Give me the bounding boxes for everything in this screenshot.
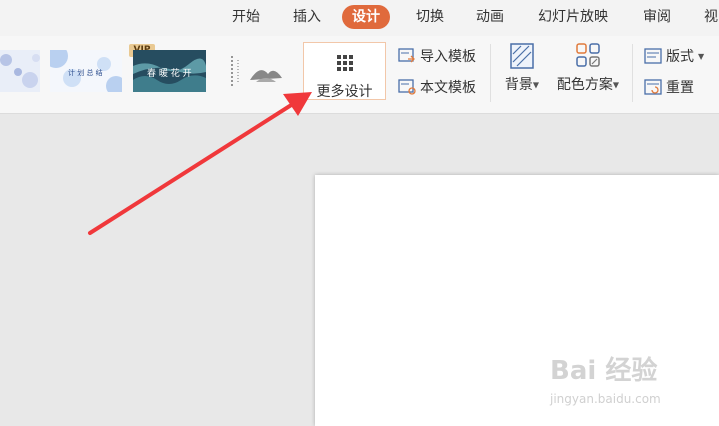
tab-home[interactable]: 开始: [232, 5, 260, 29]
layout-button[interactable]: 版式 ▼: [644, 45, 704, 67]
background-button[interactable]: 背景▼: [500, 42, 544, 94]
floral-pattern-image: [0, 54, 40, 88]
reset-button[interactable]: 重置: [644, 76, 694, 98]
tab-animation[interactable]: 动画: [476, 5, 504, 29]
ink-landscape-image: [231, 56, 282, 86]
template-thumbnail-4[interactable]: [216, 50, 288, 92]
reset-label: 重置: [666, 80, 694, 96]
thumbnail-title: 春 暖 花 开: [147, 69, 192, 79]
import-template-label: 导入模板: [420, 49, 476, 65]
tab-review[interactable]: 审阅: [643, 5, 671, 29]
ribbon-separator: [490, 44, 491, 102]
more-design-button[interactable]: 更多设计: [303, 42, 386, 100]
slide-canvas[interactable]: [315, 175, 719, 426]
watermark-brand: Bai 经验: [550, 356, 658, 386]
tab-transition[interactable]: 切换: [416, 5, 444, 29]
layout-label: 版式: [666, 49, 694, 65]
layout-icon: [644, 48, 662, 64]
tab-insert[interactable]: 插入: [293, 5, 321, 29]
watermark-url: jingyan.baidu.com: [550, 392, 661, 406]
this-template-button[interactable]: 本文模板: [398, 76, 476, 98]
import-template-icon: [398, 48, 415, 63]
tab-slideshow[interactable]: 幻灯片放映: [538, 5, 608, 29]
ribbon-separator: [632, 44, 633, 102]
template-thumbnail-2[interactable]: 计 划 总 结: [50, 50, 122, 92]
reset-icon: [644, 79, 662, 95]
color-scheme-button[interactable]: 配色方案▼: [552, 42, 624, 94]
design-ribbon: 计 划 总 结 VIP 春 暖 花 开 更多设计: [0, 36, 719, 114]
template-thumbnail-3[interactable]: 春 暖 花 开: [133, 50, 206, 92]
background-icon: [510, 43, 534, 69]
template-thumbnail-1[interactable]: [0, 50, 40, 92]
ribbon-tab-bar: 开始 插入 设计 切换 动画 幻灯片放映 审阅 视: [0, 0, 719, 36]
caret-down-icon: ▼: [698, 51, 705, 61]
grid-icon: [337, 55, 353, 71]
tab-design[interactable]: 设计: [342, 5, 390, 29]
this-template-label: 本文模板: [420, 80, 476, 96]
color-scheme-icon: [576, 43, 600, 67]
more-design-label: 更多设计: [316, 84, 373, 100]
import-template-button[interactable]: 导入模板: [398, 45, 476, 67]
background-label: 背景: [504, 77, 533, 93]
color-scheme-label: 配色方案: [556, 77, 613, 93]
caret-down-icon: ▼: [612, 80, 620, 90]
thumbnail-title: 计 划 总 结: [68, 69, 103, 77]
caret-down-icon: ▼: [532, 80, 540, 90]
tab-view[interactable]: 视: [704, 5, 718, 29]
this-template-icon: [398, 79, 416, 95]
